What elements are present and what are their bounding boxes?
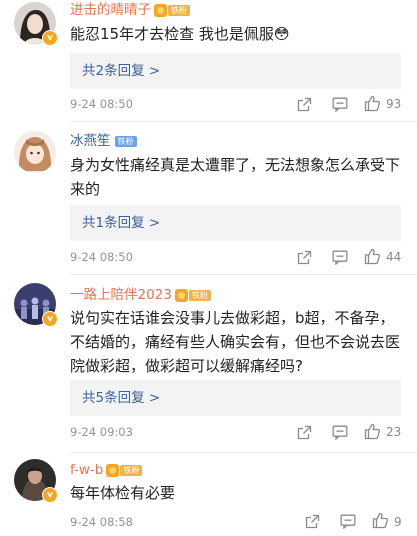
divider	[70, 121, 417, 122]
thumbs-up-icon[interactable]	[372, 512, 389, 529]
vip-crown-icon	[174, 288, 188, 302]
vip-crown-icon	[154, 3, 167, 17]
timestamp: 9-24 08:50	[70, 250, 133, 264]
timestamp: 9-24 08:58	[70, 515, 133, 529]
comment-text: 每年体检有必要	[70, 484, 176, 502]
like-count: 93	[386, 97, 402, 111]
username[interactable]: 进击的晴晴子 铁粉	[70, 1, 190, 19]
comment-text: 能忍15年才去检查 我也是佩服😳	[70, 25, 290, 43]
share-icon[interactable]	[297, 425, 312, 440]
like-count: 23	[386, 425, 402, 439]
verified-badge-icon: v	[42, 487, 58, 503]
view-replies-button[interactable]: 共1条回复 >	[70, 205, 401, 241]
like-count: 9	[394, 515, 402, 529]
share-icon[interactable]	[297, 250, 312, 265]
comment-icon[interactable]	[332, 425, 348, 440]
thumbs-up-icon[interactable]	[364, 95, 381, 112]
thumbs-up-icon[interactable]	[364, 248, 381, 265]
like-count: 44	[386, 250, 402, 264]
fan-badge: 铁粉	[120, 464, 143, 476]
timestamp: 9-24 08:50	[70, 97, 133, 111]
comment-icon[interactable]	[340, 514, 356, 529]
comment-icon[interactable]	[332, 97, 348, 112]
vip-crown-icon	[106, 463, 120, 477]
comment-text: 说句实在话谁会没事儿去做彩超，b超，不备孕，不结婚的，痛经有些人确实会有，但也不…	[70, 309, 401, 375]
fan-badge: 铁粉	[114, 135, 137, 147]
divider	[70, 274, 417, 275]
share-icon[interactable]	[305, 514, 320, 529]
username[interactable]: 一路上陪伴2023 铁粉	[70, 286, 211, 304]
share-icon[interactable]	[297, 97, 312, 112]
comment-text: 身为女性痛经真是太遭罪了，无法想象怎么承受下来的	[70, 156, 401, 198]
fan-badge: 铁粉	[188, 289, 211, 301]
avatar[interactable]: v	[14, 2, 58, 46]
comment-item: 冰燕笙 铁粉 身为女性痛经真是太遭罪了，无法想象怎么承受下来的 共1条回复 > 9…	[0, 127, 417, 275]
view-replies-button[interactable]: 共5条回复 >	[70, 380, 401, 416]
avatar[interactable]: v	[14, 459, 58, 503]
avatar[interactable]	[14, 131, 56, 173]
fan-badge: 铁粉	[168, 4, 190, 16]
avatar[interactable]: v	[14, 283, 58, 327]
divider	[70, 452, 417, 453]
comment-icon[interactable]	[332, 250, 348, 265]
view-replies-button[interactable]: 共2条回复 >	[70, 53, 401, 89]
thumbs-up-icon[interactable]	[364, 423, 381, 440]
username[interactable]: 冰燕笙 铁粉	[70, 132, 137, 150]
comment-item: v f-w-b 铁粉 每年体检有必要 9-24 08:58 9	[0, 459, 417, 536]
comment-item: v 进击的晴晴子 铁粉 能忍15年才去检查 我也是佩服😳 共2条回复 > 9-24…	[0, 0, 417, 122]
verified-badge-icon: v	[42, 311, 58, 327]
verified-badge-icon: v	[42, 30, 58, 46]
comment-item: v 一路上陪伴2023 铁粉 说句实在话谁会没事儿去做彩超，b超，不备孕，不结婚的…	[0, 283, 417, 453]
timestamp: 9-24 09:03	[70, 425, 133, 439]
username[interactable]: f-w-b 铁粉	[70, 461, 143, 479]
